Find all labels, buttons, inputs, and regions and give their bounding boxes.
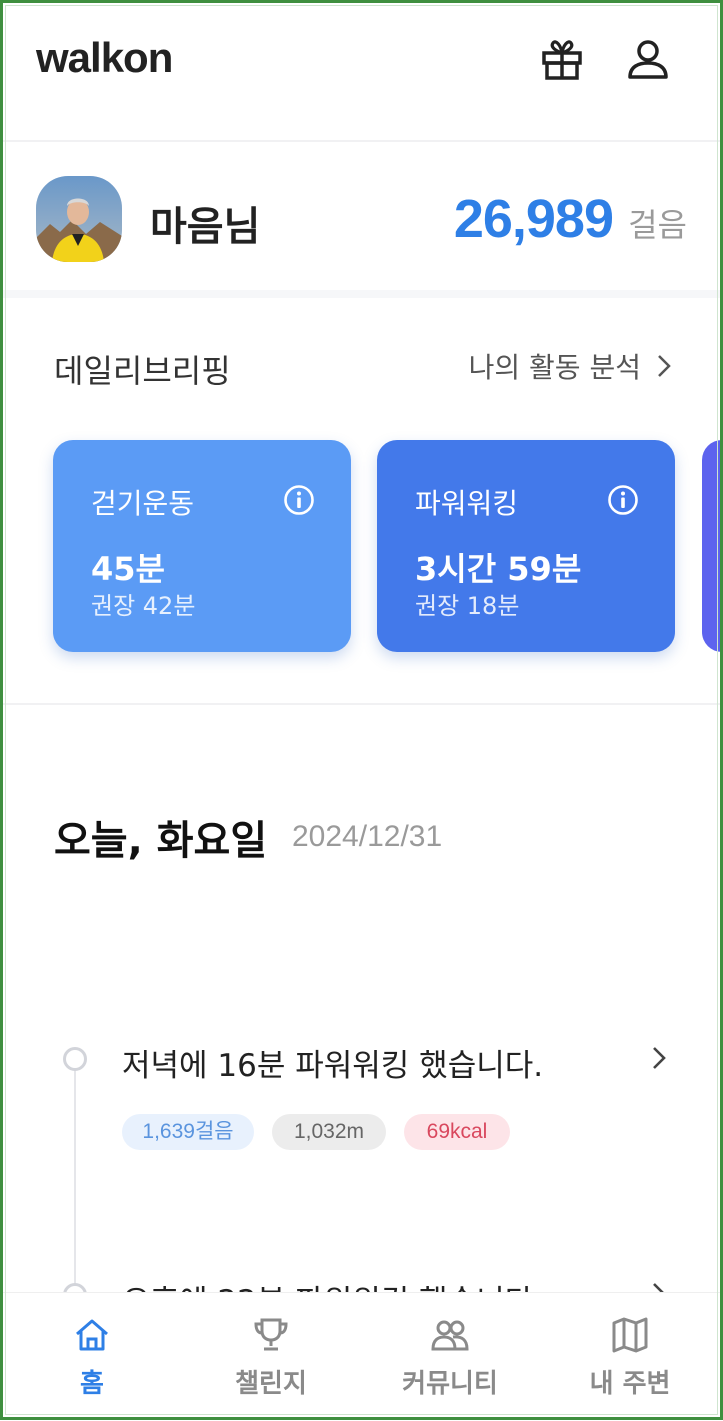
- info-icon[interactable]: [283, 484, 315, 516]
- trophy-icon: [254, 1318, 288, 1351]
- nav-home[interactable]: 홈: [22, 1315, 162, 1400]
- chevron-right-icon[interactable]: [647, 1044, 671, 1072]
- walkon-logo: walkon: [36, 34, 173, 81]
- power-walking-card[interactable]: 파워워킹 3시간 59분 권장 18분: [377, 440, 675, 652]
- map-icon: [612, 1317, 648, 1353]
- avatar[interactable]: [36, 176, 122, 262]
- total-steps-value: 26,989: [453, 189, 614, 249]
- chevron-right-icon: [658, 355, 671, 377]
- user-icon[interactable]: [626, 37, 670, 81]
- bottom-navigation: 홈 챌린지 커뮤니티 내 주변: [0, 1292, 723, 1421]
- app-header: walkon: [0, 0, 723, 140]
- activity-title[interactable]: 저녁에 16분 파워워킹 했습니다.: [122, 1040, 543, 1085]
- timeline-line: [74, 1070, 76, 1295]
- gift-icon[interactable]: [540, 37, 584, 81]
- card-label: 걷기운동: [91, 487, 195, 520]
- card-recommendation: 권장 42분: [91, 592, 196, 620]
- nav-challenge[interactable]: 챌린지: [201, 1315, 341, 1400]
- nav-label: 내 주변: [589, 1369, 671, 1399]
- section-divider: [0, 290, 723, 298]
- card-value: 3시간 59분: [415, 550, 582, 588]
- community-icon: [431, 1320, 469, 1351]
- steps-unit: 걸음: [628, 206, 687, 244]
- card-value: 45분: [91, 550, 165, 588]
- nav-label: 커뮤니티: [402, 1369, 498, 1399]
- today-title: 오늘, 화요일: [54, 818, 268, 864]
- today-date: 2024/12/31: [292, 820, 443, 853]
- info-icon[interactable]: [607, 484, 639, 516]
- activity-steps-badge: 1,639걸음: [122, 1114, 254, 1150]
- timeline-dot: [63, 1047, 87, 1071]
- activity-analysis-label: 나의 활동 분석: [468, 351, 641, 384]
- walking-exercise-card[interactable]: 걷기운동 45분 권장 42분: [53, 440, 351, 652]
- user-nickname: 마음님: [150, 204, 261, 250]
- activity-distance-badge: 1,032m: [272, 1114, 386, 1150]
- daily-briefing-title: 데일리브리핑: [54, 352, 231, 390]
- home-icon: [76, 1319, 108, 1351]
- nav-label: 챌린지: [235, 1369, 307, 1399]
- header-divider: [0, 140, 723, 142]
- briefing-divider: [0, 703, 723, 705]
- nav-nearby[interactable]: 내 주변: [560, 1315, 700, 1400]
- nav-community[interactable]: 커뮤니티: [380, 1315, 520, 1400]
- next-card-peek[interactable]: [702, 440, 723, 652]
- activity-analysis-link[interactable]: 나의 활동 분석: [469, 346, 671, 386]
- card-recommendation: 권장 18분: [415, 592, 520, 620]
- nav-label: 홈: [80, 1369, 104, 1399]
- card-label: 파워워킹: [415, 487, 519, 520]
- activity-kcal-badge: 69kcal: [404, 1114, 510, 1150]
